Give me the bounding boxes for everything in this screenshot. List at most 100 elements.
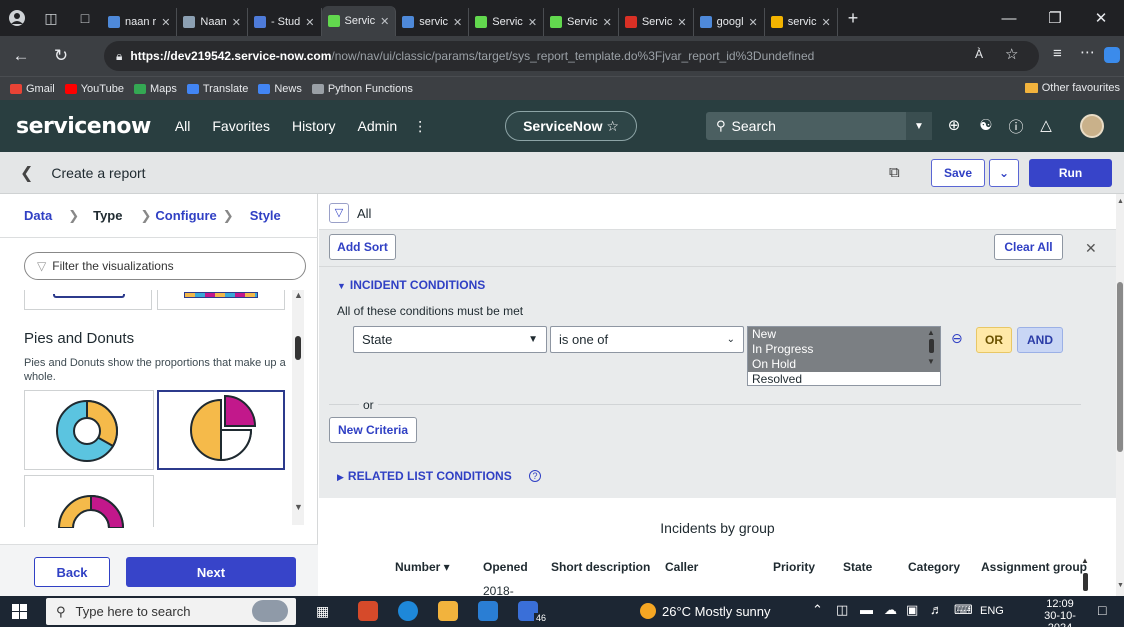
next-button[interactable]: Next <box>126 557 296 587</box>
clock[interactable]: 12:09 30-10-2024 <box>1032 598 1088 634</box>
column-category[interactable]: Category <box>908 560 960 574</box>
tab-actions-icon[interactable]: □ <box>68 0 102 36</box>
bookmark-item[interactable]: Translate <box>186 83 248 95</box>
read-aloud-icon[interactable]: À <box>975 47 983 61</box>
share-icon[interactable]: ⧉ <box>889 164 900 181</box>
onedrive-icon[interactable]: ☁ <box>884 602 897 618</box>
context-switcher-button[interactable]: ServiceNow ☆ <box>505 111 637 141</box>
step-style[interactable]: Style <box>250 208 281 223</box>
browser-tab[interactable]: googl ✕ <box>694 8 765 36</box>
condition-operator-select[interactable]: is one of ⌄ <box>550 326 744 353</box>
browser-tab[interactable]: servic ✕ <box>396 8 470 36</box>
save-options-chevron-icon[interactable]: ⌄ <box>989 159 1019 187</box>
scroll-down-icon[interactable]: ▼ <box>1117 582 1124 589</box>
new-criteria-button[interactable]: New Criteria <box>329 417 417 443</box>
battery-icon[interactable]: ▬ <box>860 602 873 617</box>
step-data[interactable]: Data <box>24 208 52 223</box>
donut-chart-option[interactable] <box>24 390 154 470</box>
chevron-up-icon[interactable]: ⌃ <box>812 602 823 618</box>
help-icon[interactable]: ⓘ <box>1006 116 1026 137</box>
back-button[interactable]: Back <box>34 557 110 587</box>
filter-breadcrumb-all[interactable]: All <box>357 206 371 221</box>
copilot-icon[interactable] <box>1104 47 1120 63</box>
servicenow-logo[interactable]: servicenow <box>16 114 151 139</box>
close-tab-icon[interactable]: ✕ <box>749 16 758 29</box>
or-button[interactable]: OR <box>976 327 1012 353</box>
globe-icon[interactable]: ⊕ <box>944 116 964 134</box>
favorites-bar-icon[interactable]: ≡ <box>1053 45 1062 62</box>
listbox-option[interactable]: Resolved <box>748 372 940 385</box>
scroll-thumb[interactable] <box>1083 573 1088 591</box>
bookmark-item[interactable]: Gmail <box>10 83 55 95</box>
workspaces-icon[interactable]: ◫ <box>34 0 68 36</box>
close-conditions-icon[interactable]: ✕ <box>1085 240 1097 257</box>
run-button[interactable]: Run <box>1029 159 1112 187</box>
weather-icon[interactable] <box>640 603 656 619</box>
column-assignment-group[interactable]: Assignment group <box>981 560 1087 574</box>
menu-favorites[interactable]: Favorites <box>212 118 270 134</box>
scroll-thumb[interactable] <box>295 336 301 360</box>
column-short-description[interactable]: Short description <box>551 560 650 574</box>
filter-visualizations-input[interactable]: ▽ Filter the visualizations <box>24 252 306 280</box>
windows-start-icon[interactable] <box>12 604 27 619</box>
listbox-option[interactable]: On Hold <box>748 357 940 372</box>
language-indicator[interactable]: ENG <box>980 605 1004 617</box>
search-dropdown-icon[interactable]: ▼ <box>906 112 932 140</box>
back-nav-icon[interactable]: ← <box>6 46 36 66</box>
taskbar-search-input[interactable]: ⚲ Type here to search <box>46 598 296 625</box>
listbox-option[interactable]: In Progress <box>748 342 940 357</box>
funnel-toggle-icon[interactable]: ▽ <box>329 203 349 223</box>
browser-tab[interactable]: servic ✕ <box>765 8 838 36</box>
edge-browser-icon[interactable] <box>398 601 418 621</box>
scroll-down-icon[interactable]: ▼ <box>927 357 937 366</box>
close-tab-icon[interactable]: ✕ <box>453 16 462 29</box>
refresh-icon[interactable]: ↻ <box>46 46 76 66</box>
scroll-up-icon[interactable]: ▲ <box>294 290 303 300</box>
add-sort-button[interactable]: Add Sort <box>329 234 396 260</box>
clear-all-button[interactable]: Clear All <box>994 234 1063 260</box>
pie-chart-option-selected[interactable] <box>157 390 285 470</box>
store-icon[interactable] <box>478 601 498 621</box>
scroll-up-icon[interactable]: ▲ <box>1081 556 1091 565</box>
weather-text[interactable]: 26°C Mostly sunny <box>662 604 771 619</box>
favorite-star-icon[interactable]: ☆ <box>1005 45 1018 63</box>
column-priority[interactable]: Priority <box>773 560 815 574</box>
close-tab-icon[interactable]: ✕ <box>305 16 314 29</box>
restore-icon[interactable]: ❐ <box>1032 0 1078 36</box>
browser-tab[interactable]: Servic ✕ <box>619 8 694 36</box>
close-window-icon[interactable]: ✕ <box>1078 0 1124 36</box>
browser-tab[interactable]: naan r ✕ <box>102 8 178 36</box>
close-tab-icon[interactable]: ✕ <box>161 16 170 29</box>
other-favourites[interactable]: Other favourites <box>1024 82 1120 94</box>
close-tab-icon[interactable]: ✕ <box>232 16 241 29</box>
state-values-listbox[interactable]: New In Progress On Hold Resolved <box>747 326 941 386</box>
browser-tab[interactable]: Servic ✕ <box>321 6 397 36</box>
remove-condition-icon[interactable]: ⊖ <box>951 330 963 347</box>
scroll-thumb[interactable] <box>929 339 934 353</box>
visualization-thumb-stacked[interactable] <box>157 290 285 310</box>
close-tab-icon[interactable]: ✕ <box>528 16 537 29</box>
scroll-up-icon[interactable]: ▲ <box>1117 198 1124 205</box>
table-scrollbar[interactable]: ▲ <box>1081 556 1091 596</box>
menu-all[interactable]: All <box>175 118 191 134</box>
step-configure[interactable]: Configure <box>155 208 216 223</box>
browser-tab[interactable]: Servic ✕ <box>469 8 545 36</box>
scroll-down-icon[interactable]: ▼ <box>294 502 303 512</box>
url-field[interactable]: 🔒︎ https://dev219542.service-now.com/now… <box>104 41 1039 71</box>
browser-tab[interactable]: Servic ✕ <box>544 8 619 36</box>
bookmark-item[interactable]: News <box>258 83 302 95</box>
new-tab-button[interactable]: + <box>842 4 865 32</box>
profile-icon[interactable] <box>0 0 34 36</box>
task-view-icon[interactable]: ▦ <box>316 603 329 620</box>
copilot-app-icon[interactable] <box>358 601 378 621</box>
scroll-thumb[interactable] <box>1117 282 1123 452</box>
help-icon[interactable]: ? <box>529 470 541 482</box>
menu-more-icon[interactable]: ⋮ <box>413 118 427 135</box>
menu-history[interactable]: History <box>292 118 336 134</box>
step-type[interactable]: Type <box>93 208 122 223</box>
close-tab-icon[interactable]: ✕ <box>603 16 612 29</box>
menu-admin[interactable]: Admin <box>358 118 398 134</box>
bookmark-item[interactable]: Maps <box>133 83 177 95</box>
and-button[interactable]: AND <box>1017 327 1063 353</box>
condition-field-select[interactable]: State ▼ <box>353 326 547 353</box>
